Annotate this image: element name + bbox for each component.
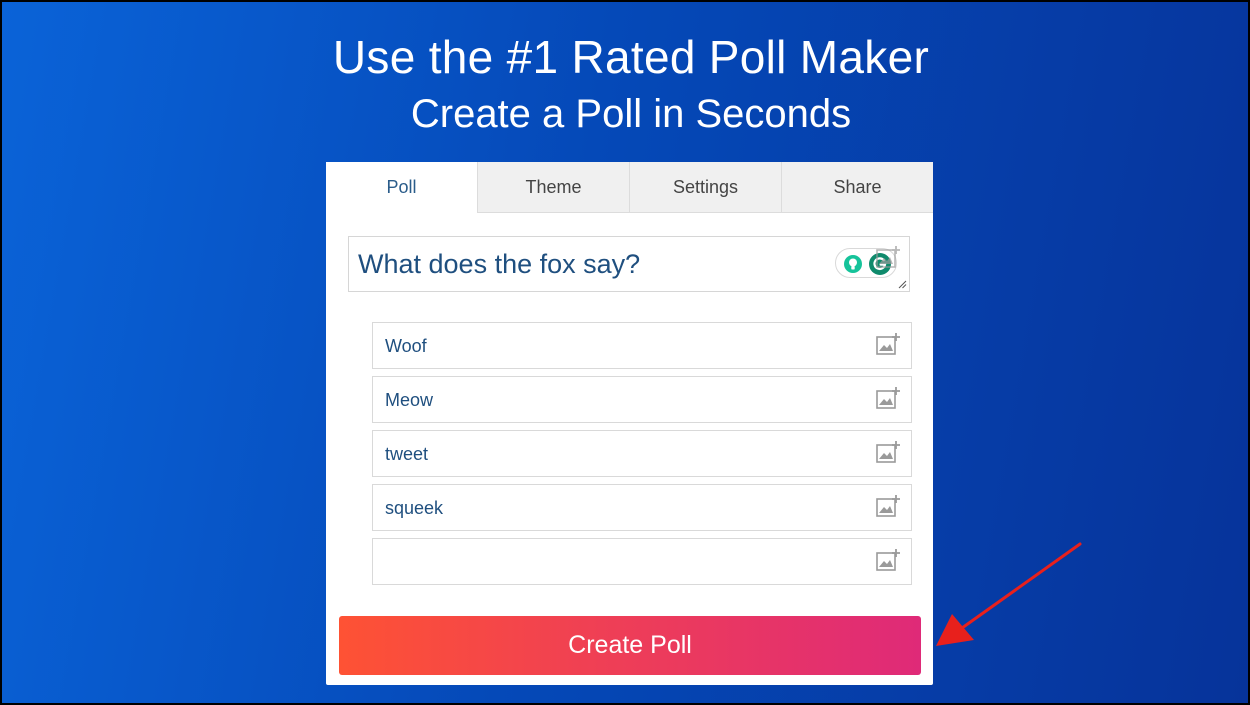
hero-subtitle: Create a Poll in Seconds (410, 92, 852, 136)
option-text-1[interactable]: Woof (385, 336, 427, 357)
add-image-icon[interactable] (875, 440, 901, 466)
option-field-1[interactable]: Woof (372, 322, 912, 369)
hero-title: Use the #1 Rated Poll Maker (332, 31, 930, 83)
page-background: Use the #1 Rated Poll Maker Create a Pol… (2, 2, 1248, 703)
option-field-4[interactable]: squeek (372, 484, 912, 531)
add-image-icon[interactable] (875, 548, 901, 574)
option-field-2[interactable]: Meow (372, 376, 912, 423)
tab-settings[interactable]: Settings (629, 162, 781, 213)
lightbulb-icon[interactable] (843, 254, 863, 274)
question-text[interactable]: What does the fox say? (358, 249, 640, 280)
add-image-icon[interactable] (875, 332, 901, 358)
tab-bar: Poll Theme Settings Share (326, 162, 933, 213)
add-image-icon[interactable] (875, 494, 901, 520)
tab-poll[interactable]: Poll (326, 162, 477, 213)
tab-theme[interactable]: Theme (477, 162, 629, 213)
option-text-2[interactable]: Meow (385, 390, 433, 411)
create-poll-button[interactable]: Create Poll (339, 616, 921, 675)
option-text-4[interactable]: squeek (385, 498, 443, 519)
option-text-3[interactable]: tweet (385, 444, 428, 465)
tab-share[interactable]: Share (781, 162, 933, 213)
resize-handle-icon[interactable] (897, 279, 907, 289)
option-field-3[interactable]: tweet (372, 430, 912, 477)
annotation-arrow-icon (936, 542, 1082, 646)
add-image-icon[interactable] (875, 386, 901, 412)
option-field-5[interactable] (372, 538, 912, 585)
add-image-icon[interactable] (875, 245, 901, 271)
question-field[interactable]: What does the fox say? (348, 236, 910, 292)
poll-card: Poll Theme Settings Share What does the … (326, 162, 933, 685)
